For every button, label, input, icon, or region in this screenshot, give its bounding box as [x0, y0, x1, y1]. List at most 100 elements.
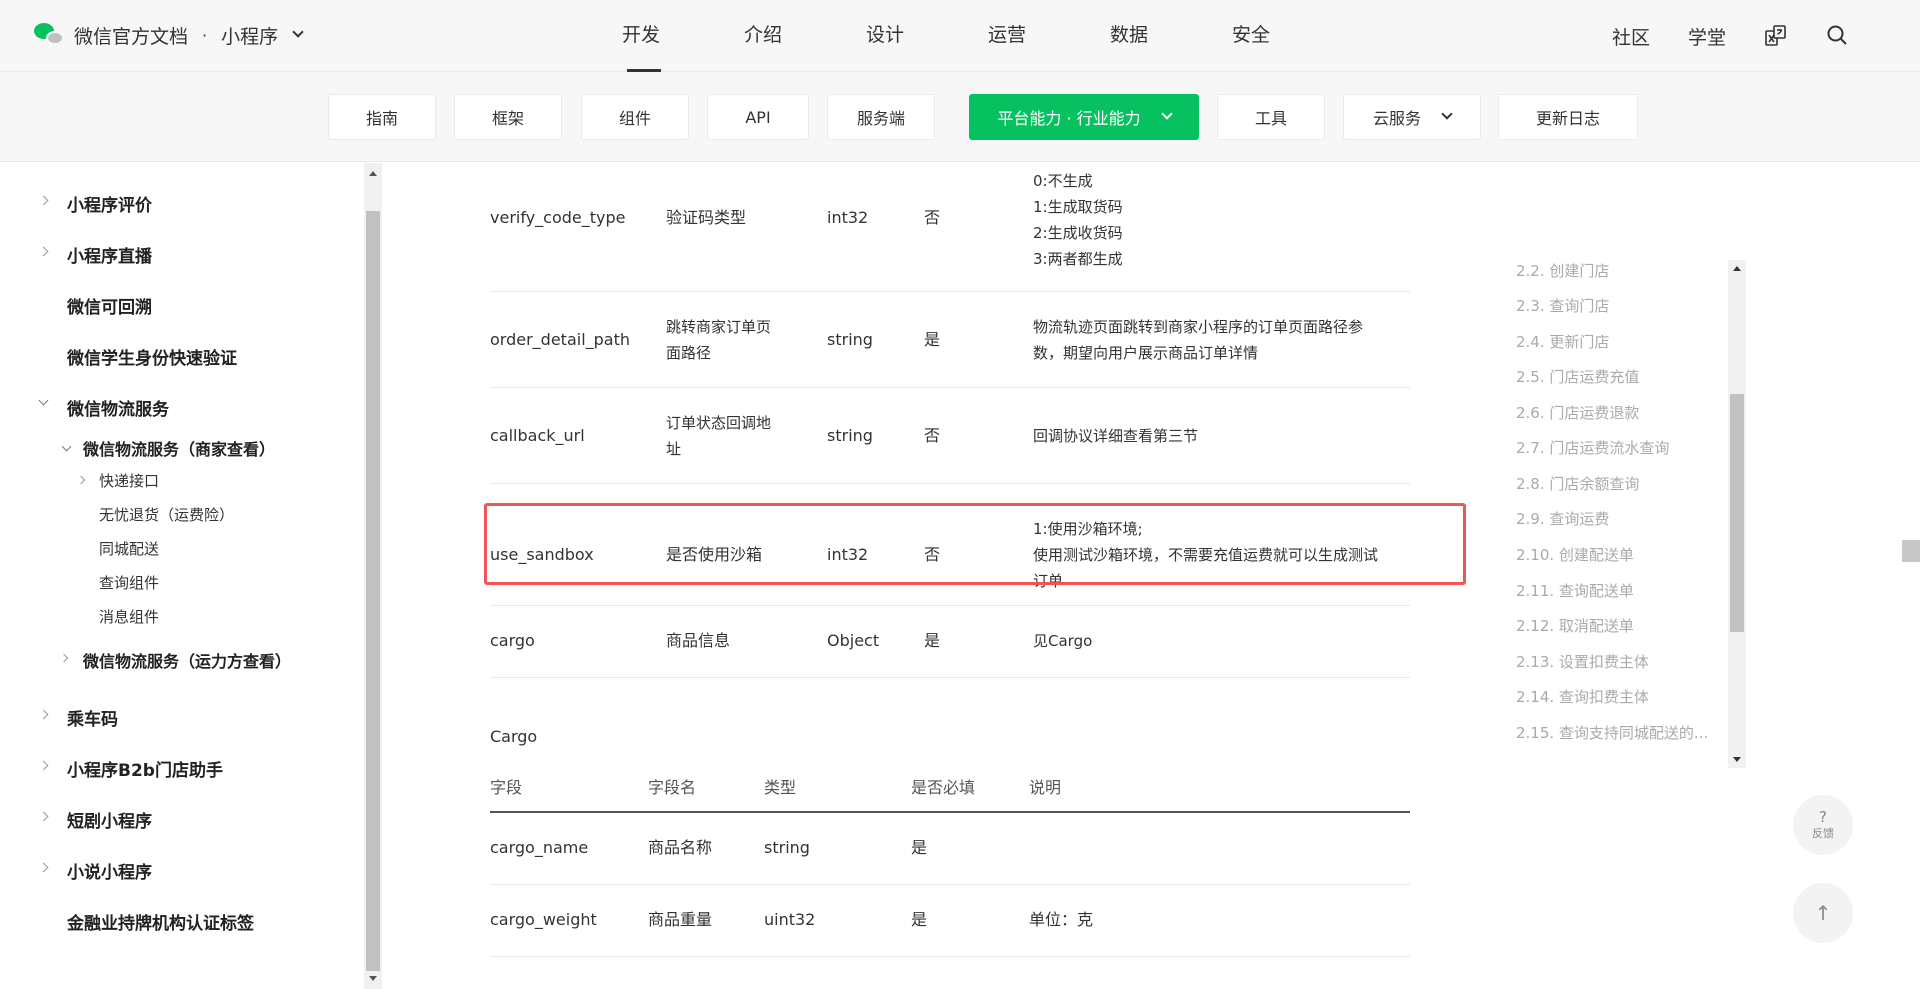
nav-security[interactable]: 安全: [1190, 0, 1312, 72]
tab-cloud-services[interactable]: 云服务: [1343, 94, 1481, 140]
scrollbar-thumb[interactable]: [366, 211, 380, 971]
scrollbar-thumb[interactable]: [1730, 394, 1744, 632]
brand-logo[interactable]: 微信官方文档 · 小程序: [32, 20, 304, 50]
sidebar-item-query-component[interactable]: 查询组件: [99, 572, 159, 593]
sidebar-item-b2b-store[interactable]: 小程序B2b门店助手: [67, 756, 223, 781]
toc-item[interactable]: 2.6. 门店运费退款: [1516, 402, 1639, 423]
toc-item[interactable]: 2.14. 查询扣费主体: [1516, 686, 1649, 707]
nav-dev[interactable]: 开发: [580, 0, 702, 72]
toc-item[interactable]: 2.10. 创建配送单: [1516, 544, 1634, 565]
feedback-button[interactable]: ? 反馈: [1793, 795, 1853, 855]
tab-components[interactable]: 组件: [581, 94, 689, 140]
product-switcher[interactable]: 小程序: [221, 22, 278, 49]
chevron-down-icon[interactable]: [38, 395, 49, 406]
tab-changelog[interactable]: 更新日志: [1498, 94, 1638, 140]
sidebar-item-message-component[interactable]: 消息组件: [99, 606, 159, 627]
desc-line: 回调协议详细查看第三节: [1033, 427, 1199, 445]
toc-item[interactable]: 2.7. 门店运费流水查询: [1516, 437, 1669, 458]
field-name-line: 跳转商家订单页: [666, 318, 772, 336]
toc-item[interactable]: 2.9. 查询运费: [1516, 508, 1609, 529]
sidebar-item-student-verify[interactable]: 微信学生身份快速验证: [67, 344, 237, 369]
sidebar-item-same-city[interactable]: 同城配送: [99, 538, 159, 559]
chevron-right-icon[interactable]: [38, 246, 49, 257]
chevron-right-icon[interactable]: [38, 760, 49, 771]
tab-api[interactable]: API: [707, 94, 809, 140]
tab-label: 云服务: [1372, 109, 1421, 128]
toc-item[interactable]: 2.4. 更新门店: [1516, 331, 1609, 352]
toc-item[interactable]: 2.2. 创建门店: [1516, 260, 1609, 281]
scroll-down-icon[interactable]: [1733, 757, 1741, 762]
type-cell: string: [827, 426, 873, 445]
toc-item[interactable]: 2.12. 取消配送单: [1516, 615, 1634, 636]
type-cell: int32: [827, 208, 869, 227]
toc-item[interactable]: 2.15. 查询支持同城配送的...: [1516, 722, 1708, 743]
sidebar-item-finance-badge[interactable]: 金融业持牌机构认证标签: [67, 909, 254, 934]
nav-intro[interactable]: 介绍: [702, 0, 824, 72]
wechat-logo-icon: [32, 20, 66, 50]
field-name-line: 面路径: [666, 344, 712, 362]
field-name-cell: 验证码类型: [666, 208, 747, 227]
tab-label: 指南: [365, 109, 398, 128]
tab-guide[interactable]: 指南: [328, 94, 436, 140]
sidebar-item-ride-code[interactable]: 乘车码: [67, 705, 118, 730]
sidebar-scrollbar[interactable]: [364, 163, 382, 989]
sidebar-item-novel[interactable]: 小说小程序: [67, 858, 152, 883]
nav-design[interactable]: 设计: [824, 0, 946, 72]
toc-item[interactable]: 2.11. 查询配送单: [1516, 580, 1634, 601]
tab-label: 框架: [491, 109, 524, 128]
sidebar-item-traceability[interactable]: 微信可回溯: [67, 293, 152, 318]
academy-link[interactable]: 学堂: [1688, 23, 1726, 50]
doc-content: verify_code_type 验证码类型 int32 否 0:不生成 1:生…: [382, 163, 1482, 989]
sidebar-item-return-insurance[interactable]: 无忧退货（运费险）: [99, 504, 234, 525]
tab-tools[interactable]: 工具: [1217, 94, 1325, 140]
sidebar-item-mp-review[interactable]: 小程序评价: [67, 191, 152, 216]
scroll-down-icon[interactable]: [369, 976, 377, 981]
field-name-cell: 商品重量: [648, 910, 713, 929]
table-row: order_detail_path 跳转商家订单页 面路径 string 是 物…: [490, 292, 1410, 388]
chevron-down-icon[interactable]: [292, 26, 304, 38]
question-icon: ?: [1819, 808, 1827, 826]
chevron-right-icon[interactable]: [38, 709, 49, 720]
back-to-top-button[interactable]: ↑: [1793, 883, 1853, 943]
sidebar-item-express-api[interactable]: 快递接口: [99, 470, 159, 491]
chevron-down-icon: [1441, 108, 1453, 120]
sidebar-item-logistics-merchant[interactable]: 微信物流服务（商家查看）: [83, 436, 275, 460]
scroll-up-icon[interactable]: [369, 171, 377, 176]
desc-line: 2:生成收货码: [1033, 224, 1123, 242]
chevron-right-icon[interactable]: [38, 195, 49, 206]
scroll-up-icon[interactable]: [1733, 266, 1741, 271]
type-cell: string: [764, 838, 810, 857]
desc-line: 1:生成取货码: [1033, 198, 1123, 216]
highlight-box: [484, 503, 1466, 585]
sidebar-item-short-drama[interactable]: 短剧小程序: [67, 807, 152, 832]
feedback-label: 反馈: [1812, 827, 1834, 840]
sidebar-item-logistics[interactable]: 微信物流服务: [67, 395, 169, 420]
toc-scrollbar[interactable]: [1728, 260, 1746, 768]
search-icon[interactable]: [1826, 24, 1850, 48]
tab-framework[interactable]: 框架: [454, 94, 562, 140]
required-cell: 是: [924, 330, 941, 349]
toc-item[interactable]: 2.8. 门店余额查询: [1516, 473, 1639, 494]
brand-name[interactable]: 微信官方文档: [74, 22, 188, 49]
nav-operate[interactable]: 运营: [946, 0, 1068, 72]
toc-item[interactable]: 2.5. 门店运费充值: [1516, 366, 1639, 387]
chevron-right-icon[interactable]: [59, 653, 69, 663]
page-scrollbar-thumb[interactable]: [1902, 540, 1920, 562]
tab-platform-capabilities[interactable]: 平台能力 · 行业能力: [969, 94, 1199, 140]
chevron-right-icon[interactable]: [38, 862, 49, 873]
community-link[interactable]: 社区: [1612, 23, 1650, 50]
desc-line: 0:不生成: [1033, 172, 1093, 190]
chevron-down-icon[interactable]: [61, 441, 72, 452]
toc-item[interactable]: 2.3. 查询门店: [1516, 295, 1609, 316]
tab-server[interactable]: 服务端: [827, 94, 935, 140]
translate-icon[interactable]: [1764, 24, 1788, 48]
desc-link[interactable]: 见Cargo: [1033, 628, 1092, 654]
chevron-right-icon[interactable]: [76, 475, 86, 485]
sidebar-item-mp-live[interactable]: 小程序直播: [67, 242, 152, 267]
tab-label: 服务端: [856, 109, 905, 128]
nav-data[interactable]: 数据: [1068, 0, 1190, 72]
toc-item[interactable]: 2.13. 设置扣费主体: [1516, 651, 1649, 672]
sidebar-item-logistics-carrier[interactable]: 微信物流服务（运力方查看）: [83, 648, 291, 672]
chevron-right-icon[interactable]: [38, 811, 49, 822]
cargo-table-header: 字段 字段名 类型 是否必填 说明: [490, 775, 1410, 813]
